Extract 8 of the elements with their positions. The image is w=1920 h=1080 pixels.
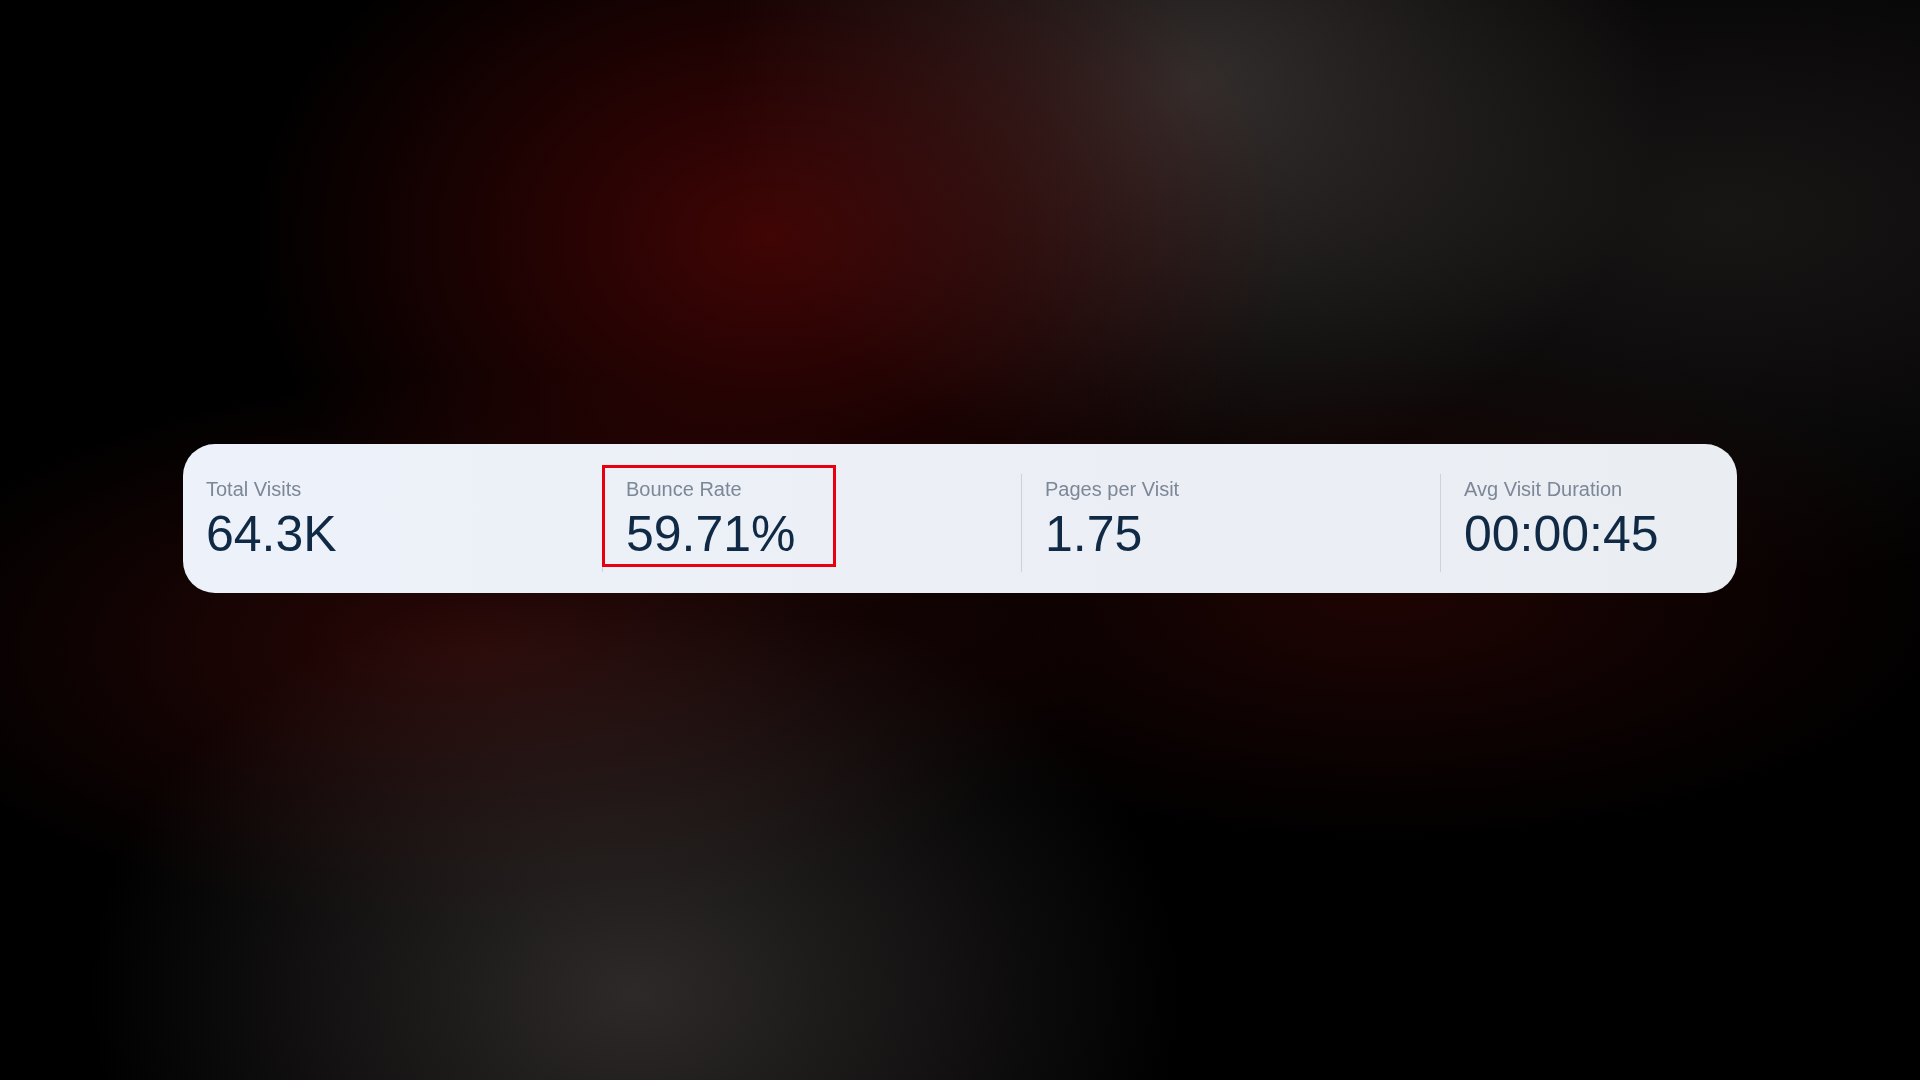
metric-label: Total Visits	[206, 478, 302, 501]
metric-value: 59.71%	[626, 509, 796, 559]
metric-value: 1.75	[1045, 509, 1143, 559]
metric-label: Bounce Rate	[626, 478, 742, 501]
metric-value: 64.3K	[206, 509, 337, 559]
metric-value: 00:00:45	[1464, 509, 1659, 559]
metric-label: Pages per Visit	[1045, 478, 1180, 501]
metric-label: Avg Visit Duration	[1464, 478, 1623, 501]
